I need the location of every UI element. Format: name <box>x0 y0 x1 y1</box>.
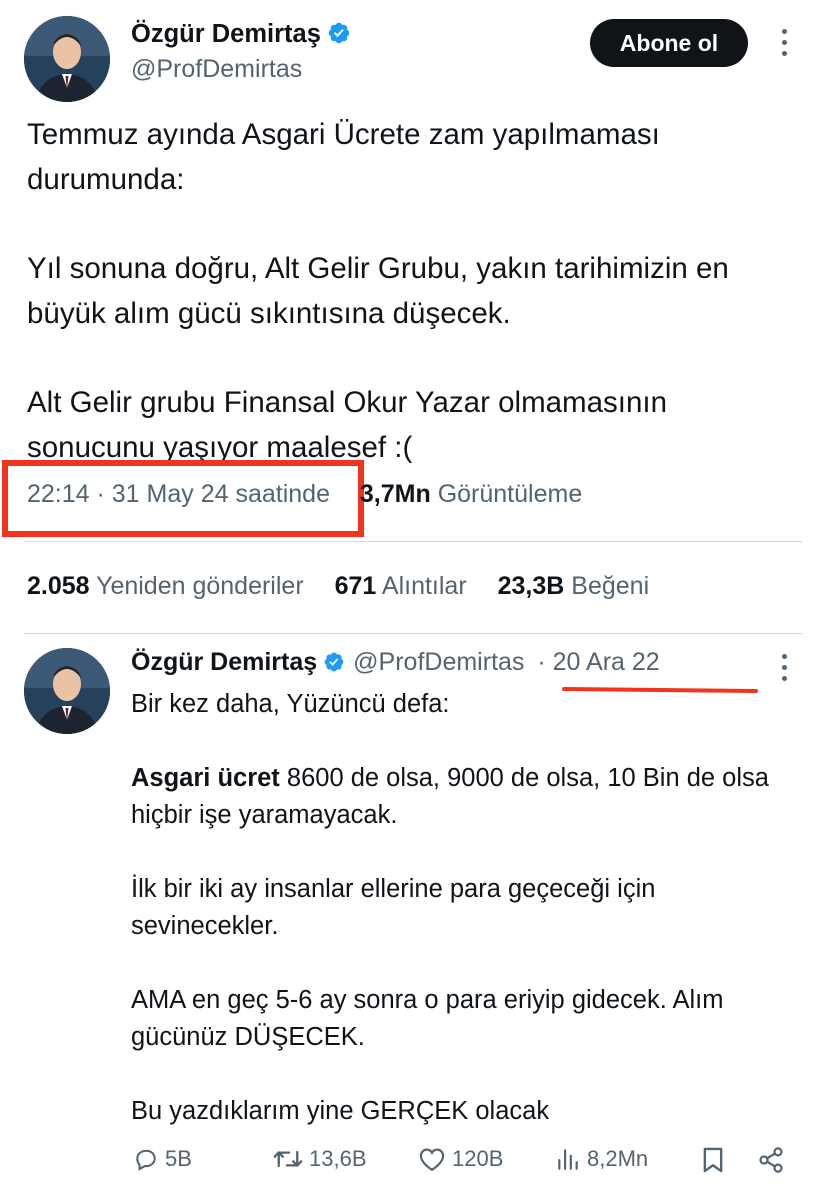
reposts-stat[interactable]: 2.058 Yeniden gönderiler <box>27 572 304 601</box>
quoted-paragraph: Bu yazdıklarım yine GERÇEK olacak <box>131 1097 550 1125</box>
reply-icon <box>136 1149 156 1171</box>
author-name-text: Özgür Demirtaş <box>131 20 321 48</box>
tweet-meta: 22:14 · 31 May 24 saatinde 3,7Mn Görüntü… <box>27 480 582 509</box>
author-name[interactable]: Özgür Demirtaş <box>131 20 351 49</box>
divider <box>24 633 802 634</box>
tweet-body: Temmuz ayında Asgari Ücrete zam yapılmam… <box>27 112 797 470</box>
share-button[interactable] <box>757 1146 785 1174</box>
tweet-timestamp[interactable]: 22:14 · 31 May 24 saatinde <box>27 480 330 508</box>
quotes-stat[interactable]: 671 Alıntılar <box>335 572 467 601</box>
quoted-author-handle[interactable]: @ProfDemirtas <box>353 648 524 676</box>
tweet-action-bar: 5B 13,6B 120B 8,2Mn <box>131 1146 801 1180</box>
views-button[interactable]: 8,2Mn <box>555 1146 648 1172</box>
repost-button[interactable]: 13,6B <box>273 1146 367 1172</box>
views-icon <box>558 1149 578 1170</box>
quoted-paragraph: Asgari ücret 8600 de olsa, 9000 de olsa,… <box>131 760 776 834</box>
quoted-tweet-header: Özgür Demirtaş @ProfDemirtas · 20 Ara 22 <box>131 648 660 677</box>
likes-stat[interactable]: 23,3B Beğeni <box>498 572 650 601</box>
tweet-paragraph: Temmuz ayında Asgari Ücrete zam yapılmam… <box>27 118 660 196</box>
verified-badge-icon <box>328 22 350 44</box>
divider <box>24 541 802 542</box>
like-icon <box>419 1148 445 1172</box>
avatar-image <box>24 16 110 102</box>
verified-badge-icon <box>324 652 344 672</box>
quoted-paragraph: AMA en geç 5-6 ay sonra o para eriyip gi… <box>131 986 724 1051</box>
quotes-label: Alıntılar <box>381 572 467 600</box>
tweet-paragraph: Alt Gelir grubu Finansal Okur Yazar olma… <box>27 386 667 464</box>
quoted-author-avatar[interactable] <box>24 648 110 734</box>
more-options-icon[interactable] <box>779 654 789 681</box>
views-label: Görüntüleme <box>437 480 583 508</box>
like-button[interactable]: 120B <box>418 1146 503 1172</box>
more-options-icon[interactable] <box>779 29 789 56</box>
author-handle[interactable]: @ProfDemirtas <box>131 55 302 84</box>
likes-label: Beğeni <box>571 572 650 600</box>
author-avatar[interactable] <box>24 16 110 102</box>
reply-button[interactable]: 5B <box>133 1146 192 1172</box>
views-count: 3,7Mn <box>359 480 431 508</box>
bookmark-button[interactable] <box>701 1146 725 1174</box>
tweet-paragraph: Yıl sonuna doğru, Alt Gelir Grubu, yakın… <box>27 252 729 330</box>
avatar-image <box>24 648 110 734</box>
views-count: 8,2Mn <box>587 1146 649 1171</box>
reposts-count: 2.058 <box>27 572 90 600</box>
quoted-author-name[interactable]: Özgür Demirtaş <box>131 648 317 676</box>
reply-count: 5B <box>165 1146 192 1171</box>
quoted-bold-lead: Asgari ücret <box>131 764 280 792</box>
reposts-label: Yeniden gönderiler <box>96 572 304 600</box>
likes-count: 23,3B <box>497 572 565 600</box>
quoted-tweet-body: Bir kez daha, Yüzüncü defa: Asgari ücret… <box>131 686 801 1130</box>
quotes-count: 671 <box>334 572 377 600</box>
engagement-stats: 2.058 Yeniden gönderiler 671 Alıntılar 2… <box>27 572 673 601</box>
quoted-paragraph: Bir kez daha, Yüzüncü defa: <box>131 690 450 718</box>
like-count: 120B <box>452 1146 504 1171</box>
share-icon <box>759 1147 783 1173</box>
quoted-paragraph: İlk bir iki ay insanlar ellerine para ge… <box>131 875 656 940</box>
follow-button[interactable]: Abone ol <box>590 19 748 67</box>
bookmark-icon <box>703 1147 723 1173</box>
quoted-tweet-date[interactable]: · 20 Ara 22 <box>537 648 659 676</box>
repost-icon <box>273 1150 303 1168</box>
repost-count: 13,6B <box>309 1146 367 1171</box>
